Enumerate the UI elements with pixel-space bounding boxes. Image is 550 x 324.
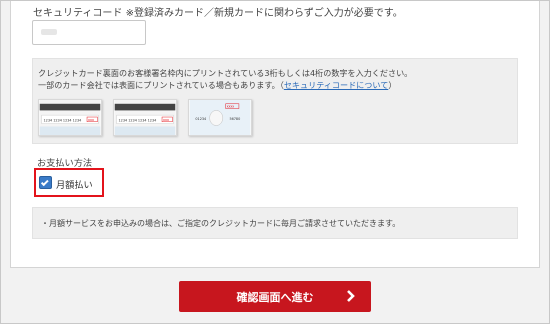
checkmark-icon [40,177,49,186]
chevron-right-icon [347,290,355,302]
payment-method-label: お支払い方法 [37,158,93,169]
info-line-2-close: ） [388,80,397,90]
card-back-signature-image: 1234 1234 1234 1234 xxx [38,99,102,136]
monthly-payment-checkbox[interactable] [39,176,52,189]
info-line-2: 一部のカード会社では表面にプリントされている場合もあります。（セキュリティコード… [38,79,508,91]
monthly-payment-label[interactable]: 月額払い [56,177,93,191]
security-code-info-text: クレジットカード裏面のお客様署名枠内にプリントされている3桁もしくは4桁の数字を… [38,67,508,91]
card-1-code: xxx [88,118,94,122]
security-code-label: セキュリティコード ※登録済みカード／新規カードに関わらずご入力が必要です。 [33,8,403,19]
card-back-signature-image: 1234 1234 1234 1234 xxx [113,99,177,136]
proceed-to-confirm-button[interactable]: 確認画面へ進む [179,281,371,312]
card-1-number: 1234 1234 1234 1234 [44,118,82,122]
info-line-2-text: 一部のカード会社では表面にプリントされている場合もあります。（ [38,80,284,90]
card-front-code-image: xxxx 01234 56780 [188,99,252,136]
security-code-masked-value [41,29,57,35]
info-line-1: クレジットカード裏面のお客様署名枠内にプリントされている3桁もしくは4桁の数字を… [38,68,413,78]
card-2-number: 1234 1234 1234 1234 [119,118,157,122]
card-2-code: xxx [163,118,169,122]
card-3-number-2: 56780 [229,117,240,121]
monthly-note-text: ・月額サービスをお申込みの場合は、ご指定のクレジットカードに毎月ご請求させていた… [41,219,401,228]
card-3-code: xxxx [227,105,235,109]
security-code-help-link[interactable]: セキュリティコードについて [284,80,389,90]
proceed-button-label: 確認画面へ進む [236,290,314,304]
card-3-number: 01234 [195,117,206,121]
